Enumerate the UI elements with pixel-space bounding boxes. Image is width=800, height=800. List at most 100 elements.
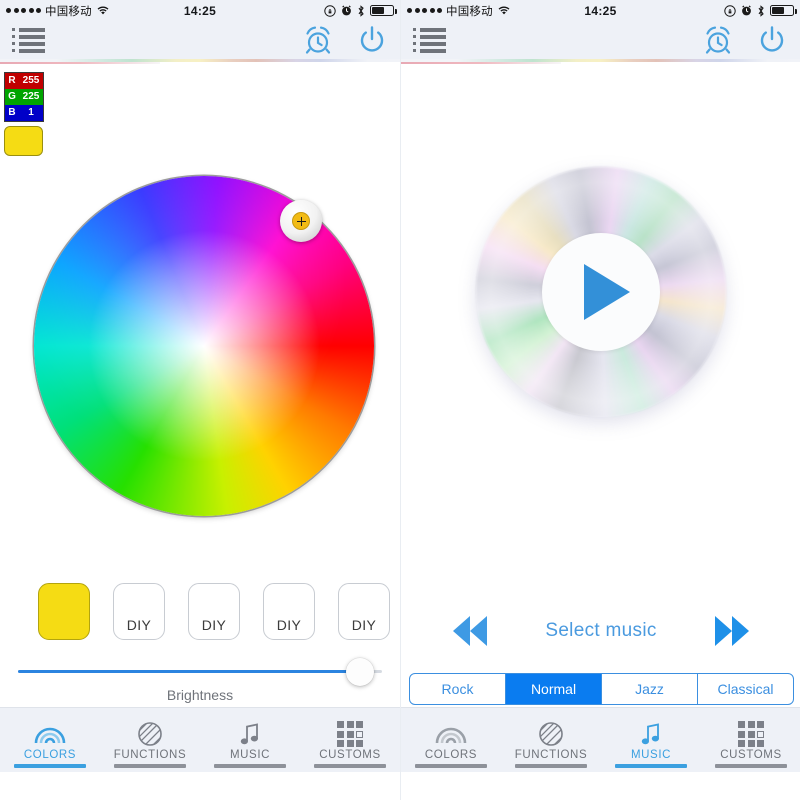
- alarm-clock-icon[interactable]: [302, 24, 334, 56]
- preset-swatch-row: DIY DIY DIY DIY: [38, 583, 390, 640]
- status-bar-left: 中国移动: [407, 3, 511, 19]
- tab-customs[interactable]: CUSTOMS: [300, 708, 400, 772]
- tab-functions[interactable]: FUNCTIONS: [100, 708, 200, 772]
- bluetooth-icon: [357, 4, 365, 17]
- nav-bar-actions: [702, 24, 788, 56]
- tab-underline: [314, 764, 386, 768]
- preset-label: DIY: [351, 617, 377, 633]
- tab-label: COLORS: [424, 749, 478, 761]
- rainbow-icon: [33, 722, 67, 746]
- preset-swatch-4[interactable]: DIY: [338, 583, 390, 640]
- rgb-readout: R 255 G 225 B 1: [4, 72, 44, 122]
- tab-label: CUSTOMS: [319, 749, 381, 761]
- play-button[interactable]: [542, 233, 660, 351]
- rgb-channel-value: 225: [22, 91, 40, 102]
- tab-functions[interactable]: FUNCTIONS: [501, 708, 601, 772]
- preset-label: DIY: [201, 617, 227, 633]
- rgb-row-blue: B 1: [5, 105, 43, 121]
- cd-disc-icon[interactable]: [476, 167, 726, 417]
- rotation-lock-icon: [324, 4, 336, 17]
- preset-swatch-2[interactable]: DIY: [188, 583, 240, 640]
- tab-music[interactable]: MUSIC: [200, 708, 300, 772]
- alarm-icon: [341, 5, 352, 16]
- rgb-row-red: R 255: [5, 73, 43, 89]
- tab-underline: [515, 764, 587, 768]
- tab-label: MUSIC: [229, 749, 271, 761]
- color-wheel[interactable]: [34, 176, 374, 516]
- genre-option-classical[interactable]: Classical: [698, 674, 793, 704]
- next-track-icon[interactable]: [715, 616, 749, 646]
- rgb-channel-value: 1: [28, 107, 34, 118]
- preset-swatch-3[interactable]: DIY: [263, 583, 315, 640]
- status-bar-right: [324, 4, 397, 17]
- tab-label: FUNCTIONS: [113, 749, 187, 761]
- tab-underline: [715, 764, 787, 768]
- tab-label: MUSIC: [630, 749, 672, 761]
- tab-bar-right: COLORS FUNCTIONS MUSIC CUSTOMS: [401, 707, 800, 772]
- wifi-icon: [96, 5, 110, 16]
- tab-colors[interactable]: COLORS: [0, 708, 100, 772]
- wifi-icon: [497, 5, 511, 16]
- hatched-circle-icon: [137, 722, 163, 746]
- brightness-thumb[interactable]: [346, 657, 375, 686]
- power-icon[interactable]: [356, 24, 388, 56]
- rgb-channel-label: B: [5, 105, 19, 121]
- brightness-track[interactable]: [18, 657, 382, 686]
- current-color-swatch: [4, 126, 43, 156]
- crosshair-icon: [296, 216, 306, 226]
- carrier-label: 中国移动: [446, 5, 493, 18]
- signal-strength-icon: [6, 8, 41, 13]
- rgb-channel-label: G: [5, 89, 19, 105]
- tab-customs[interactable]: CUSTOMS: [701, 708, 800, 772]
- preset-swatch-0[interactable]: [38, 583, 90, 640]
- tab-underline: [214, 764, 286, 768]
- tab-label: COLORS: [23, 749, 77, 761]
- tab-bar-left: COLORS FUNCTIONS MUSIC CUSTOMS: [0, 707, 400, 772]
- brightness-fill: [18, 670, 361, 673]
- list-menu-icon[interactable]: [12, 27, 45, 53]
- music-note-icon: [640, 722, 662, 746]
- preset-label: DIY: [276, 617, 302, 633]
- nav-bar-actions: [302, 24, 388, 56]
- status-bar-left: 中国移动: [6, 3, 110, 19]
- music-selector: Select music: [409, 616, 793, 646]
- genre-option-normal[interactable]: Normal: [506, 674, 602, 704]
- battery-icon: [770, 5, 797, 16]
- alarm-icon: [741, 5, 752, 16]
- genre-option-rock[interactable]: Rock: [410, 674, 506, 704]
- genre-option-jazz[interactable]: Jazz: [602, 674, 698, 704]
- phone-panel-music: 中国移动 14:25 Select music Rock Normal Jazz…: [400, 0, 800, 800]
- status-bar-right: [724, 4, 797, 17]
- grid-icon: [337, 721, 363, 747]
- power-icon[interactable]: [756, 24, 788, 56]
- hsv-color-wheel[interactable]: [34, 176, 374, 516]
- rgb-channel-value: 255: [22, 75, 40, 86]
- hatched-circle-icon: [538, 722, 564, 746]
- tab-label: CUSTOMS: [720, 749, 782, 761]
- alarm-clock-icon[interactable]: [702, 24, 734, 56]
- rotation-lock-icon: [724, 4, 736, 17]
- genre-segmented-control: Rock Normal Jazz Classical: [409, 673, 794, 705]
- tab-label: FUNCTIONS: [514, 749, 588, 761]
- bluetooth-icon: [757, 4, 765, 17]
- tab-music[interactable]: MUSIC: [601, 708, 701, 772]
- color-picker-handle[interactable]: [280, 200, 322, 242]
- tab-underline: [114, 764, 186, 768]
- music-note-icon: [239, 722, 261, 746]
- battery-icon: [370, 5, 397, 16]
- rgb-channel-label: R: [5, 73, 19, 89]
- play-icon: [584, 264, 630, 320]
- select-music-label: Select music: [545, 620, 657, 641]
- tab-colors[interactable]: COLORS: [401, 708, 501, 772]
- brightness-slider[interactable]: Brightness: [18, 657, 382, 703]
- previous-track-icon[interactable]: [453, 616, 487, 646]
- grid-icon: [738, 721, 764, 747]
- preset-swatch-1[interactable]: DIY: [113, 583, 165, 640]
- carrier-label: 中国移动: [45, 5, 92, 18]
- preset-label: DIY: [126, 617, 152, 633]
- signal-strength-icon: [407, 8, 442, 13]
- status-bar: 中国移动 14:25: [0, 0, 400, 21]
- music-page: Select music Rock Normal Jazz Classical …: [401, 64, 800, 772]
- list-menu-icon[interactable]: [413, 27, 446, 53]
- colors-page: R 255 G 225 B 1 DIY DIY DIY DIY Brightne…: [0, 64, 400, 772]
